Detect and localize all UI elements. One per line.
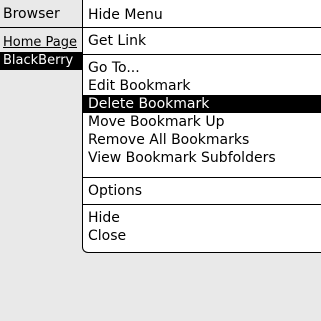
browser-screen: Browser Home Page BlackBerry Hide Menu G… (0, 0, 321, 321)
menu-item-view-bookmark-subfolders[interactable]: View Bookmark Subfolders (83, 149, 321, 167)
menu-item-get-link[interactable]: Get Link (83, 32, 321, 50)
menu-item-edit-bookmark[interactable]: Edit Bookmark (83, 77, 321, 95)
menu-separator (83, 204, 321, 205)
menu-item-options[interactable]: Options (83, 182, 321, 200)
title-divider (0, 27, 82, 28)
menu-separator (83, 54, 321, 55)
menu-item-hide-menu[interactable]: Hide Menu (83, 6, 321, 24)
menu-item-remove-all-bookmarks[interactable]: Remove All Bookmarks (83, 131, 321, 149)
context-menu: Hide Menu Get Link Go To... Edit Bookmar… (82, 0, 321, 253)
menu-item-delete-bookmark[interactable]: Delete Bookmark (83, 95, 321, 113)
menu-item-hide[interactable]: Hide (83, 209, 321, 227)
menu-item-move-bookmark-up[interactable]: Move Bookmark Up (83, 113, 321, 131)
menu-separator (83, 177, 321, 178)
menu-item-go-to[interactable]: Go To... (83, 59, 321, 77)
bookmark-home-page[interactable]: Home Page (3, 34, 82, 52)
bookmark-blackberry[interactable]: BlackBerry (0, 52, 82, 70)
menu-item-close[interactable]: Close (83, 227, 321, 245)
menu-separator (83, 27, 321, 28)
app-title: Browser (3, 6, 60, 22)
